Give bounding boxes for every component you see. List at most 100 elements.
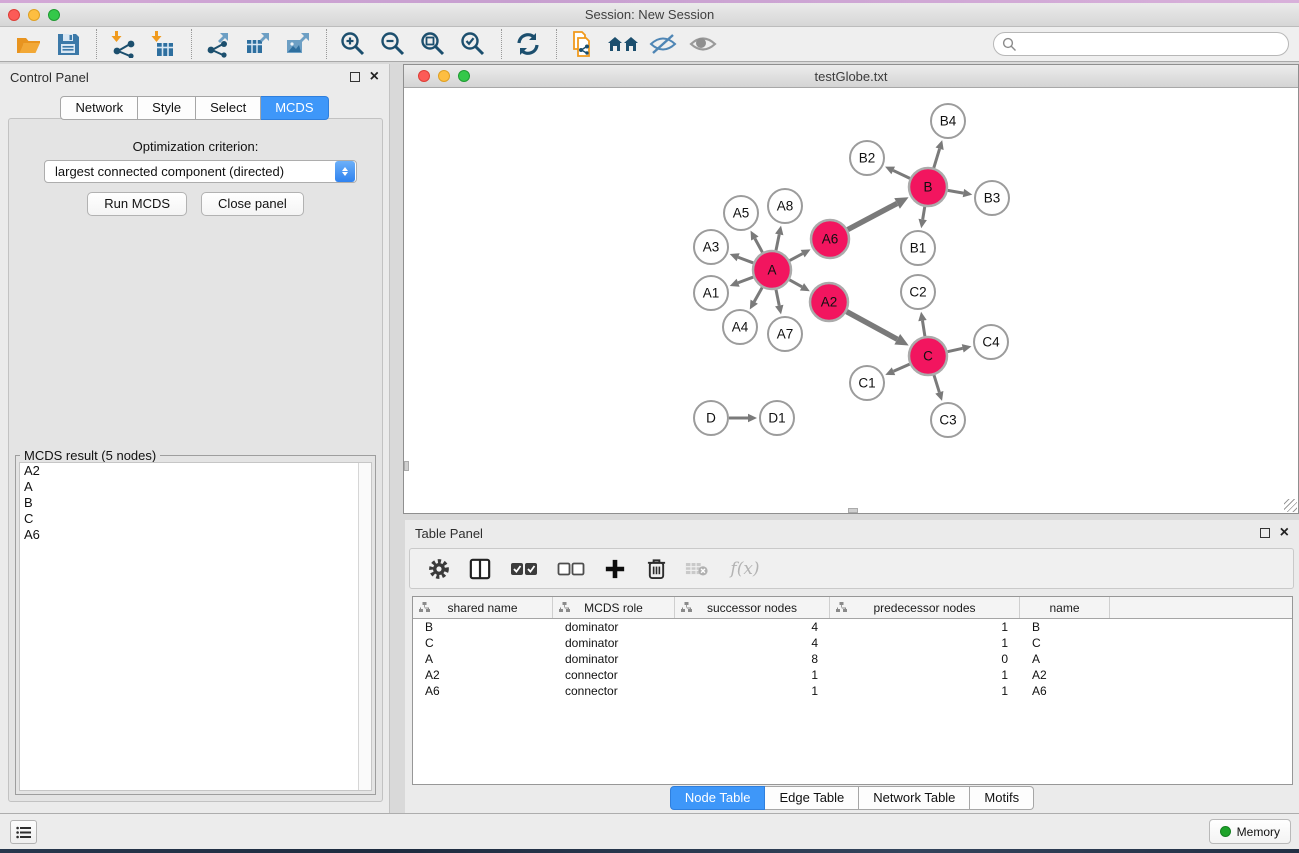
table-row[interactable]: Adominator80A <box>413 651 1292 667</box>
import-network-icon[interactable] <box>107 29 139 59</box>
tab-mcds[interactable]: MCDS <box>261 96 328 120</box>
edge-B-B4[interactable] <box>934 149 940 168</box>
graph-node-B[interactable]: B <box>909 168 947 206</box>
search-box[interactable] <box>993 32 1289 56</box>
edge-A6-B[interactable] <box>848 203 897 229</box>
graph-node-C[interactable]: C <box>909 337 947 375</box>
column-header-shared-name[interactable]: shared name <box>413 597 553 618</box>
edge-A-A6[interactable] <box>790 254 803 261</box>
delete-column-icon[interactable] <box>684 555 710 583</box>
graph-node-C4[interactable]: C4 <box>974 325 1008 359</box>
task-history-button[interactable] <box>10 820 37 844</box>
graph-node-A1[interactable]: A1 <box>694 276 728 310</box>
table-settings-icon[interactable] <box>426 555 452 583</box>
criterion-select[interactable]: largest connected component (directed) <box>44 160 357 183</box>
edge-A-A2[interactable] <box>789 280 802 287</box>
graph-node-B2[interactable]: B2 <box>850 141 884 175</box>
graph-node-C3[interactable]: C3 <box>931 403 965 437</box>
zoom-out-icon[interactable] <box>377 29 409 59</box>
split-columns-icon[interactable] <box>467 555 493 583</box>
search-input[interactable] <box>1023 37 1280 51</box>
tab-style[interactable]: Style <box>138 96 196 120</box>
refresh-icon[interactable] <box>512 29 544 59</box>
memory-button[interactable]: Memory <box>1209 819 1291 844</box>
save-session-icon[interactable] <box>52 29 84 59</box>
edge-A-A1[interactable] <box>738 277 753 283</box>
edge-A-A5[interactable] <box>755 238 763 252</box>
graph-node-B4[interactable]: B4 <box>931 104 965 138</box>
table-tab-edge-table[interactable]: Edge Table <box>765 786 859 810</box>
zoom-in-icon[interactable] <box>337 29 369 59</box>
home-icon[interactable] <box>607 29 639 59</box>
deselect-all-icon[interactable] <box>555 555 587 583</box>
edge-B-B3[interactable] <box>948 190 964 193</box>
graph-node-D1[interactable]: D1 <box>760 401 794 435</box>
open-session-icon[interactable] <box>12 29 44 59</box>
edge-A-A8[interactable] <box>776 234 779 250</box>
result-item[interactable]: C <box>20 511 371 527</box>
edge-C-C4[interactable] <box>948 348 963 351</box>
export-table-icon[interactable] <box>242 29 274 59</box>
network-canvas[interactable]: B4 B2 B B3 A8 A5 A6 A3 B1 A A1 C2 A2 A4 A7 C4 C C1 C3 D D1 <box>404 89 1298 513</box>
resize-grip[interactable] <box>1284 499 1297 512</box>
graph-node-A8[interactable]: A8 <box>768 189 802 223</box>
edge-A2-C[interactable] <box>847 312 898 340</box>
run-mcds-button[interactable]: Run MCDS <box>87 192 187 216</box>
table-tab-motifs[interactable]: Motifs <box>970 786 1034 810</box>
float-panel-icon[interactable] <box>350 72 360 82</box>
graph-node-A4[interactable]: A4 <box>723 310 757 344</box>
tab-network[interactable]: Network <box>60 96 138 120</box>
graph-node-D[interactable]: D <box>694 401 728 435</box>
result-list-scrollbar[interactable] <box>358 463 371 790</box>
add-row-icon[interactable] <box>602 555 628 583</box>
zoom-selected-icon[interactable] <box>457 29 489 59</box>
graph-node-A[interactable]: A <box>753 251 791 289</box>
table-tab-network-table[interactable]: Network Table <box>859 786 970 810</box>
hide-graphics-details-icon[interactable] <box>647 29 679 59</box>
graph-node-A3[interactable]: A3 <box>694 230 728 264</box>
graph-node-A7[interactable]: A7 <box>768 317 802 351</box>
column-header-predecessor-nodes[interactable]: predecessor nodes <box>830 597 1020 618</box>
graph-node-C2[interactable]: C2 <box>901 275 935 309</box>
export-image-icon[interactable] <box>282 29 314 59</box>
table-tab-node-table[interactable]: Node Table <box>670 786 766 810</box>
edge-A-A3[interactable] <box>738 257 753 263</box>
close-table-panel-icon[interactable]: × <box>1280 528 1289 538</box>
graph-node-A6[interactable]: A6 <box>811 220 849 258</box>
graph-node-B3[interactable]: B3 <box>975 181 1009 215</box>
result-item[interactable]: A <box>20 479 371 495</box>
vertical-scrollbar-thumb[interactable] <box>404 461 409 471</box>
table-row[interactable]: Bdominator41B <box>413 619 1292 635</box>
network-graph[interactable]: B4 B2 B B3 A8 A5 A6 A3 B1 A A1 C2 A2 A4 A7 C4 C C1 C3 D D1 <box>404 89 1298 513</box>
mcds-result-list[interactable]: A2ABCA6 <box>19 462 372 791</box>
edge-C-C2[interactable] <box>922 321 924 337</box>
graph-node-B1[interactable]: B1 <box>901 231 935 265</box>
result-item[interactable]: A6 <box>20 527 371 543</box>
network-file-icon[interactable] <box>567 29 599 59</box>
graph-node-C1[interactable]: C1 <box>850 366 884 400</box>
import-table-icon[interactable] <box>147 29 179 59</box>
edge-C-C3[interactable] <box>934 375 939 392</box>
table-row[interactable]: Cdominator41C <box>413 635 1292 651</box>
column-header-name[interactable]: name <box>1020 597 1110 618</box>
delete-icon[interactable] <box>643 555 669 583</box>
edge-A-A4[interactable] <box>754 287 762 301</box>
edge-B-B2[interactable] <box>893 170 910 178</box>
edge-B-B1[interactable] <box>923 207 925 220</box>
table-row[interactable]: A2connector11A2 <box>413 667 1292 683</box>
column-header-MCDS-role[interactable]: MCDS role <box>553 597 675 618</box>
export-network-icon[interactable] <box>202 29 234 59</box>
graph-node-A2[interactable]: A2 <box>810 283 848 321</box>
float-table-panel-icon[interactable] <box>1260 528 1270 538</box>
zoom-fit-icon[interactable] <box>417 29 449 59</box>
close-panel-button[interactable]: Close panel <box>201 192 304 216</box>
edge-C-C1[interactable] <box>894 364 910 371</box>
horizontal-scrollbar-thumb[interactable] <box>848 508 858 513</box>
table-row[interactable]: A6connector11A6 <box>413 683 1292 699</box>
graph-node-A5[interactable]: A5 <box>724 196 758 230</box>
column-header-successor-nodes[interactable]: successor nodes <box>675 597 830 618</box>
edge-A-A7[interactable] <box>776 290 779 306</box>
result-item[interactable]: A2 <box>20 463 371 479</box>
birdseye-view-icon[interactable] <box>687 29 719 59</box>
function-builder-icon[interactable]: f(x) <box>725 555 765 583</box>
